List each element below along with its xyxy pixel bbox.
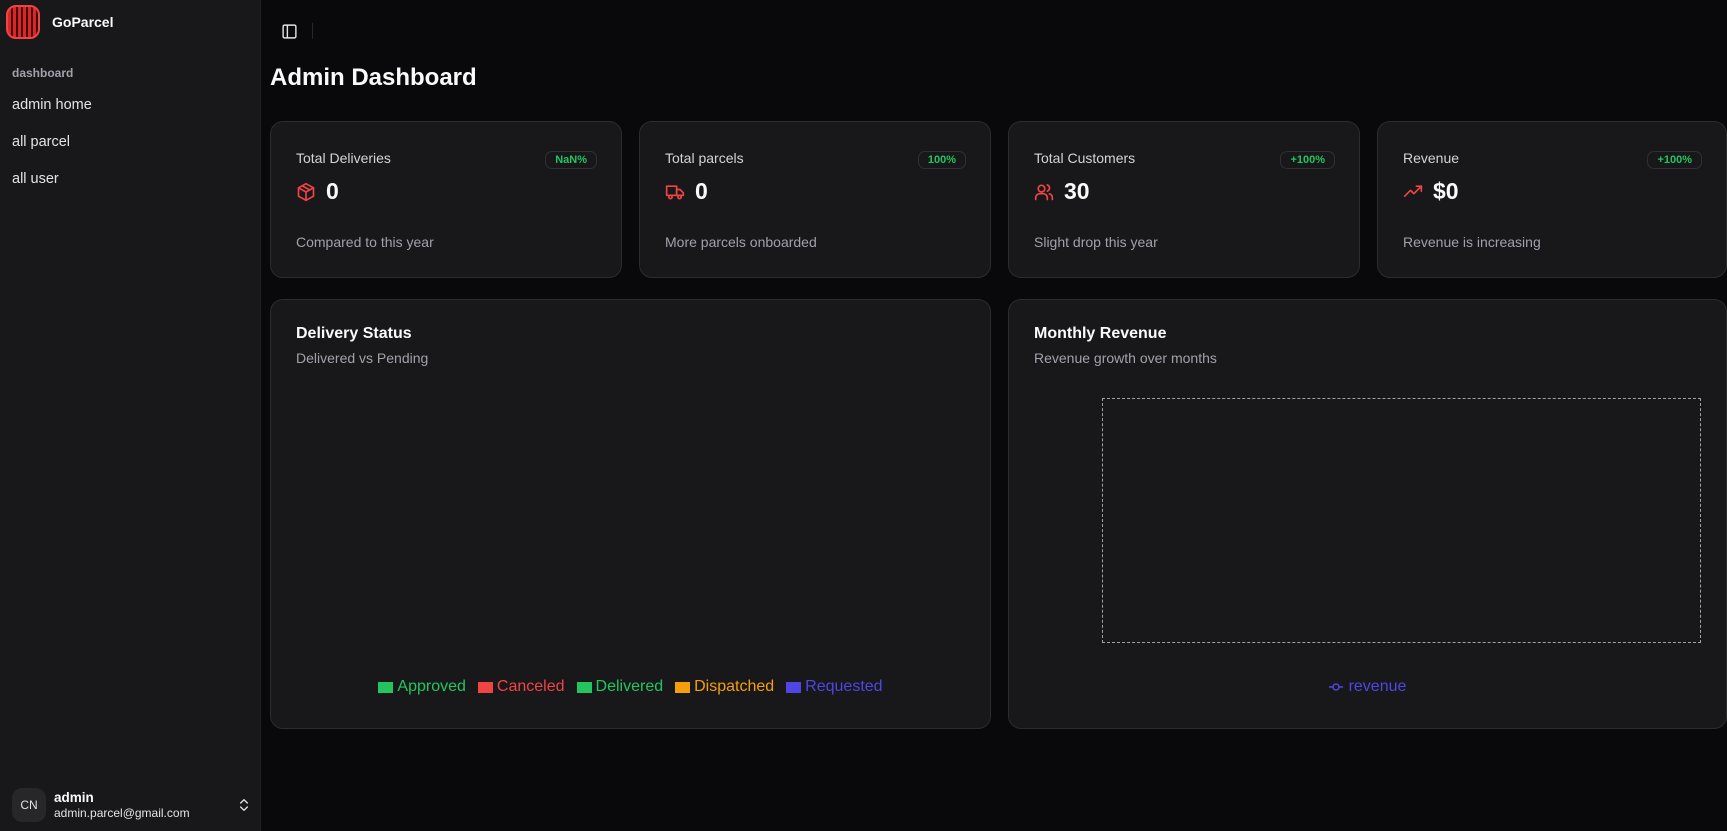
stat-value: 0 [326, 178, 339, 204]
stat-card-total-parcels: Total parcels 100% 0 More parcels onboar… [639, 121, 991, 278]
chart-legend: revenue [1009, 678, 1726, 696]
legend-label: Canceled [496, 678, 565, 695]
stat-badge: 100% [917, 151, 966, 169]
legend-item-requested: Requested [786, 678, 883, 696]
sidebar-item-all-parcel[interactable]: all parcel [4, 125, 256, 159]
users-icon [1034, 183, 1054, 200]
legend-label: Dispatched [694, 678, 775, 695]
brand[interactable]: GoParcel [6, 5, 113, 39]
topbar-divider [312, 23, 313, 39]
stat-value: $0 [1433, 178, 1459, 204]
chevrons-up-down-icon[interactable] [236, 797, 252, 813]
legend-label: Delivered [595, 678, 664, 695]
stat-footer: Slight drop this year [1034, 234, 1158, 250]
sidebar-toggle-button[interactable] [278, 20, 300, 42]
legend-item-approved: Approved [378, 678, 466, 696]
legend-swatch [786, 681, 802, 693]
brand-name: GoParcel [52, 14, 114, 30]
stat-value: 0 [695, 178, 708, 204]
legend-label: Requested [805, 678, 883, 695]
revenue-plot-area [1102, 398, 1701, 643]
chart-subtitle: Revenue growth over months [1034, 350, 1217, 366]
chart-subtitle: Delivered vs Pending [296, 350, 429, 366]
truck-icon [665, 184, 685, 199]
stat-label: Total Deliveries [296, 150, 391, 166]
package-icon [297, 182, 315, 201]
avatar: CN [12, 788, 46, 822]
user-name: admin [54, 789, 94, 805]
stat-card-total-customers: Total Customers +100% 30 Slight drop thi… [1008, 121, 1360, 278]
stat-card-revenue: Revenue +100% $0 Revenue is increasing [1377, 121, 1727, 278]
sidebar-nav: admin home all parcel all user [4, 88, 256, 199]
stat-badge: +100% [1647, 151, 1702, 169]
legend-item-revenue: revenue [1348, 678, 1407, 695]
user-menu[interactable]: CN admin admin.parcel@gmail.com [12, 786, 252, 824]
line-dot-icon [1328, 683, 1343, 691]
trending-up-icon [1403, 184, 1423, 197]
stat-label: Revenue [1403, 150, 1460, 166]
stat-footer: Compared to this year [296, 234, 434, 250]
chart-title: Delivery Status [296, 325, 412, 342]
stat-label: Total Customers [1034, 150, 1136, 166]
stat-value: 30 [1064, 178, 1090, 204]
stat-badge: +100% [1280, 151, 1335, 169]
legend-swatch [378, 681, 394, 693]
chart-title: Monthly Revenue [1034, 325, 1167, 342]
stat-label: Total parcels [665, 150, 744, 166]
stat-badge: NaN% [545, 151, 597, 169]
sidebar-item-admin-home[interactable]: admin home [4, 88, 256, 122]
legend-item-dispatched: Dispatched [675, 678, 774, 696]
sidebar: GoParcel dashboard admin home all parcel… [0, 0, 261, 831]
stat-footer: More parcels onboarded [665, 234, 817, 250]
legend-label: Approved [397, 678, 466, 695]
sidebar-group-label: dashboard [12, 66, 74, 80]
panel-left-icon [281, 23, 297, 39]
legend-item-canceled: Canceled [477, 678, 565, 696]
legend-item-delivered: Delivered [576, 678, 664, 696]
monthly-revenue-card: Monthly Revenue Revenue growth over mont… [1008, 299, 1727, 729]
legend-swatch [477, 681, 493, 693]
sidebar-item-all-user[interactable]: all user [4, 162, 256, 196]
stat-card-total-deliveries: Total Deliveries NaN% 0 Compared to this… [270, 121, 622, 278]
chart-legend: Approved Canceled Delivered Dispatched Reque… [271, 678, 990, 696]
delivery-status-card: Delivery Status Delivered vs Pending App… [270, 299, 991, 729]
goparcel-logo [6, 5, 40, 39]
legend-swatch [576, 681, 592, 693]
user-email: admin.parcel@gmail.com [54, 805, 190, 820]
page-title: Admin Dashboard [270, 64, 477, 91]
stat-footer: Revenue is increasing [1403, 234, 1541, 250]
legend-swatch [675, 681, 691, 693]
